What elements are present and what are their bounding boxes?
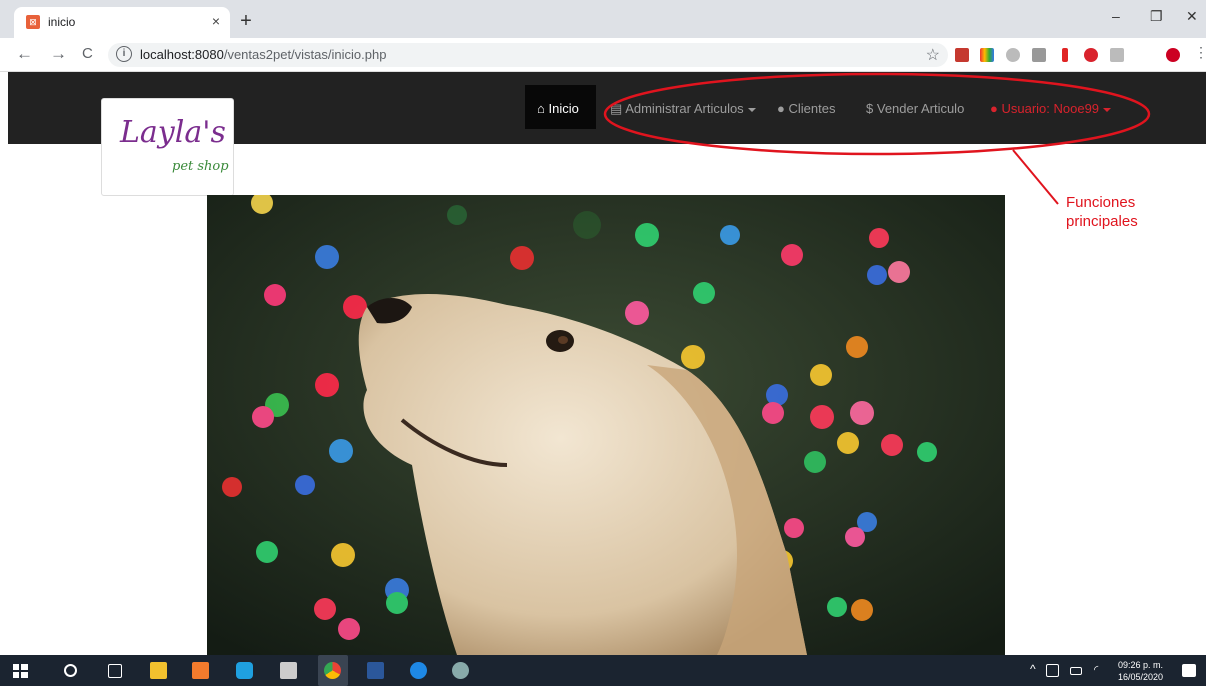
tray-app-icon[interactable] bbox=[1046, 664, 1059, 677]
annotation-label: Funciones principales bbox=[1066, 193, 1138, 231]
hero-dog-image bbox=[207, 195, 1005, 655]
teamviewer-icon[interactable] bbox=[410, 662, 427, 679]
annotation-ellipse bbox=[603, 72, 1151, 156]
site-logo[interactable]: Layla's pet shop bbox=[101, 98, 234, 196]
task-view-icon[interactable] bbox=[108, 664, 122, 678]
xampp-icon[interactable] bbox=[192, 662, 209, 679]
clock-time: 09:26 p. m. bbox=[1118, 660, 1164, 670]
dog-photo-illustration bbox=[207, 195, 1005, 655]
windows-start-icon[interactable] bbox=[12, 662, 29, 679]
logo-sub-text: pet shop bbox=[172, 159, 229, 174]
logo-main-text: Layla's bbox=[120, 115, 226, 150]
file-explorer-icon[interactable] bbox=[150, 662, 167, 679]
clock-date: 16/05/2020 bbox=[1118, 672, 1164, 682]
annotation-line-2: principales bbox=[1066, 213, 1138, 230]
annotation-line-1: Funciones bbox=[1066, 194, 1136, 211]
wifi-icon[interactable]: ◜ bbox=[1094, 663, 1098, 676]
tray-chevron-icon[interactable]: ^ bbox=[1030, 662, 1036, 676]
screen: ⊠ inicio × + – ❐ ✕ ← → C i localhost:808… bbox=[0, 0, 1206, 686]
taskbar-clock[interactable]: 09:26 p. m. 16/05/2020 bbox=[1118, 659, 1163, 683]
windows-taskbar: ^ ◜ 09:26 p. m. 16/05/2020 bbox=[0, 655, 1206, 686]
app-cube-icon[interactable] bbox=[236, 662, 253, 679]
chrome-icon[interactable] bbox=[324, 662, 341, 679]
search-icon[interactable] bbox=[64, 664, 77, 677]
notepad-icon[interactable] bbox=[280, 662, 297, 679]
notifications-icon[interactable] bbox=[1182, 664, 1196, 677]
annotation-pointer-line bbox=[1012, 149, 1059, 205]
word-icon[interactable] bbox=[367, 662, 384, 679]
paint-icon[interactable] bbox=[452, 662, 469, 679]
battery-icon[interactable] bbox=[1070, 667, 1082, 675]
